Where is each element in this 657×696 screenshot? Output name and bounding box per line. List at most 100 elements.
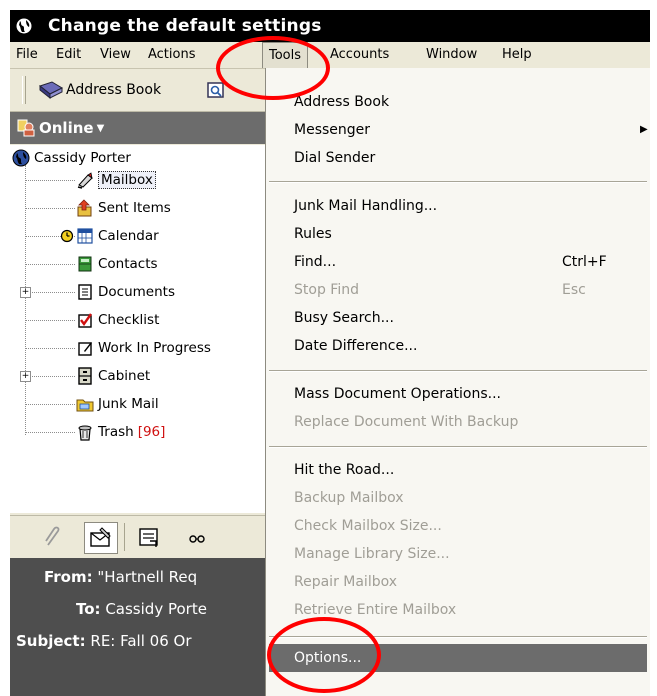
- preview-subject-row: Subject: RE: Fall 06 Or: [16, 632, 192, 650]
- menu-item-busy-search[interactable]: Busy Search...: [294, 304, 634, 332]
- tree-item-sent-items[interactable]: Sent Items: [76, 197, 171, 219]
- stop-find-shortcut: Esc: [562, 282, 586, 298]
- tree-line: [25, 292, 75, 293]
- menu-item-messenger[interactable]: Messenger ▶: [294, 116, 648, 144]
- toolbar-grip[interactable]: [22, 76, 26, 104]
- tree-item-label: Calendar: [98, 228, 159, 244]
- reply-icon[interactable]: [136, 525, 162, 549]
- menu-view[interactable]: View: [94, 42, 137, 68]
- title-bar: Change the default settings: [10, 10, 650, 42]
- online-status-label: Online: [39, 119, 94, 137]
- junk-mail-icon: [76, 399, 94, 412]
- compose-button[interactable]: [84, 522, 118, 554]
- menu-file[interactable]: File: [10, 42, 44, 68]
- tree-item-label: Sent Items: [98, 200, 171, 216]
- online-status-bar[interactable]: Online ▼: [10, 112, 265, 144]
- tree-item-checklist[interactable]: Checklist: [76, 309, 159, 331]
- tree-item-label: Contacts: [98, 256, 158, 272]
- find-shortcut: Ctrl+F: [562, 254, 607, 270]
- menu-item-rules[interactable]: Rules: [294, 220, 634, 248]
- menu-separator: [269, 446, 647, 448]
- tree-root-label: Cassidy Porter: [34, 150, 131, 166]
- from-label: From:: [44, 568, 93, 586]
- address-book-button[interactable]: Address Book: [38, 77, 161, 103]
- tree-item-label: Junk Mail: [98, 396, 159, 412]
- globe-icon: [12, 149, 30, 167]
- menu-item-address-book[interactable]: Address Book: [294, 88, 634, 116]
- highlight-circle-tools: [216, 36, 330, 100]
- subject-label: Subject:: [16, 632, 86, 650]
- preview-from-row: From: "Hartnell Req: [44, 568, 197, 586]
- expand-documents-toggle[interactable]: +: [20, 287, 31, 298]
- expand-cabinet-toggle[interactable]: +: [20, 371, 31, 382]
- menu-item-backup-mailbox: Backup Mailbox: [294, 490, 404, 506]
- address-book-label: Address Book: [66, 82, 162, 98]
- menu-window[interactable]: Window: [420, 42, 483, 68]
- online-status-icon: [17, 119, 35, 137]
- stop-find-label: Stop Find: [294, 282, 359, 298]
- trash-count-badge: [96]: [137, 424, 166, 440]
- menu-actions[interactable]: Actions: [142, 42, 202, 68]
- messenger-label: Messenger: [294, 122, 371, 138]
- menu-item-find[interactable]: Find... Ctrl+F: [294, 248, 634, 276]
- menu-item-hit-the-road[interactable]: Hit the Road...: [294, 456, 634, 484]
- window-title: Change the default settings: [48, 16, 322, 36]
- menu-item-manage-library-size: Manage Library Size...: [294, 546, 450, 562]
- tree-item-contacts[interactable]: Contacts: [76, 253, 158, 275]
- menu-help[interactable]: Help: [496, 42, 538, 68]
- attach-icon[interactable]: [42, 525, 64, 549]
- menu-item-mass-document-operations[interactable]: Mass Document Operations...: [294, 380, 634, 408]
- calendar-icon: [77, 228, 93, 244]
- menu-item-date-difference[interactable]: Date Difference...: [294, 332, 634, 360]
- menu-item-dial-sender[interactable]: Dial Sender: [294, 144, 634, 172]
- tree-line: [25, 376, 75, 377]
- folder-tree: + + Cassidy Porter Mailbox Sent Items Ca…: [10, 145, 265, 513]
- tree-item-label: Documents: [98, 284, 175, 300]
- tree-line: [25, 432, 75, 433]
- trash-icon: [78, 425, 92, 441]
- globe-icon: [16, 18, 32, 34]
- menu-edit[interactable]: Edit: [50, 42, 87, 68]
- menu-bar: File Edit View Actions Tools Accounts Wi…: [10, 42, 650, 69]
- clock-icon: [60, 229, 74, 243]
- menu-separator: [269, 370, 647, 372]
- menu-item-stop-find: Stop Find Esc: [294, 276, 634, 304]
- tree-root-account[interactable]: Cassidy Porter: [12, 147, 131, 169]
- menu-item-junk-mail-handling[interactable]: Junk Mail Handling...: [294, 192, 634, 220]
- message-toolbar: [10, 515, 265, 558]
- tree-line: [25, 165, 26, 435]
- subject-value[interactable]: RE: Fall 06 Or: [90, 632, 191, 650]
- tree-item-mailbox[interactable]: Mailbox: [76, 169, 156, 191]
- spectacles-icon[interactable]: [188, 529, 206, 547]
- tree-item-label: Cabinet: [98, 368, 151, 384]
- sent-items-icon: [77, 199, 92, 217]
- tree-item-trash[interactable]: Trash [96]: [76, 421, 165, 443]
- tree-item-label: Checklist: [98, 312, 160, 328]
- tree-line: [25, 264, 75, 265]
- cabinet-icon: [78, 367, 92, 385]
- checklist-icon: [78, 313, 92, 328]
- tree-item-junk-mail[interactable]: Junk Mail: [76, 393, 159, 415]
- tree-item-documents[interactable]: Documents: [76, 281, 175, 303]
- tree-item-calendar[interactable]: Calendar: [60, 225, 159, 247]
- tree-item-label: Trash: [98, 424, 134, 440]
- contacts-icon: [78, 256, 92, 272]
- from-value[interactable]: "Hartnell Req: [97, 568, 197, 586]
- tree-line: [25, 180, 75, 181]
- tree-item-label: Work In Progress: [98, 340, 211, 356]
- menu-separator: [269, 181, 647, 183]
- tree-item-label: Mailbox: [98, 171, 156, 189]
- documents-icon: [78, 284, 92, 300]
- tree-line: [25, 320, 75, 321]
- chevron-down-icon: ▼: [96, 122, 105, 134]
- mailbox-icon: [77, 172, 93, 189]
- tree-item-work-in-progress[interactable]: Work In Progress: [76, 337, 211, 359]
- tree-item-cabinet[interactable]: Cabinet: [76, 365, 150, 387]
- address-book-icon: [38, 81, 64, 100]
- preview-to-row: To: Cassidy Porte: [76, 600, 207, 618]
- compose-icon: [90, 527, 111, 547]
- submenu-arrow-icon: ▶: [640, 124, 648, 135]
- find-label: Find...: [294, 254, 337, 270]
- to-value[interactable]: Cassidy Porte: [105, 600, 207, 618]
- menu-accounts[interactable]: Accounts: [324, 42, 395, 68]
